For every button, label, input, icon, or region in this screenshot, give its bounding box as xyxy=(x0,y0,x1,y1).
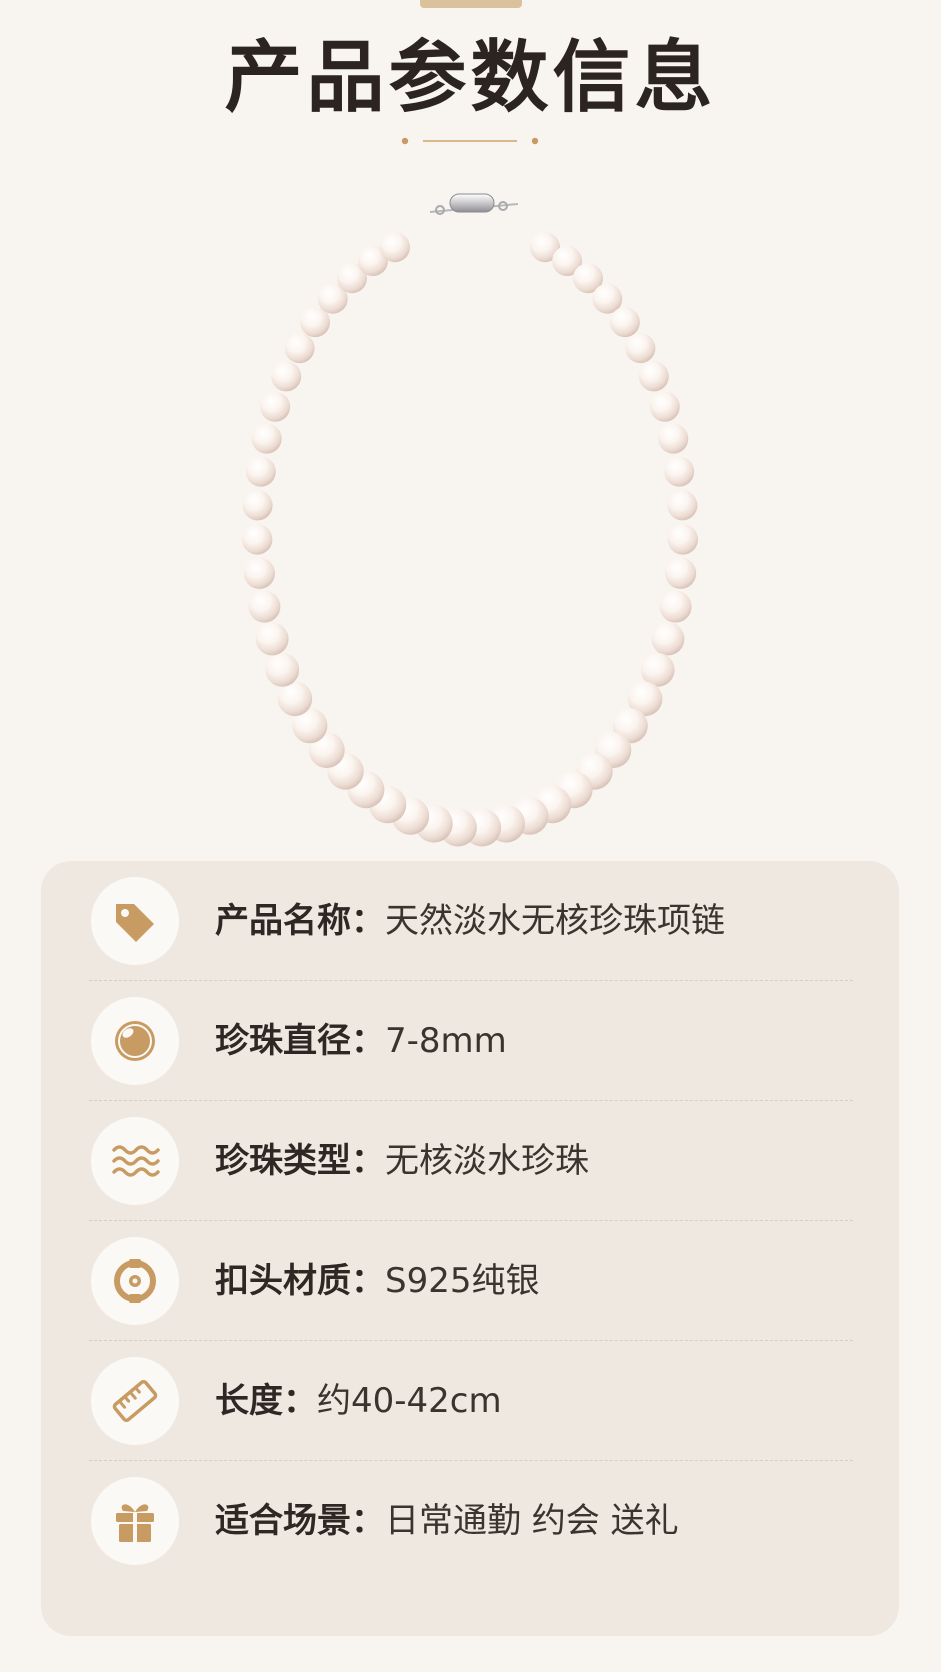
spec-label: 产品名称： xyxy=(215,901,385,941)
spec-row-name: 产品名称：天然淡水无核珍珠项链 xyxy=(41,861,899,981)
pearl xyxy=(284,333,315,364)
pearl xyxy=(625,333,656,364)
clasp-icon xyxy=(114,1259,156,1303)
title-divider xyxy=(401,137,539,145)
pearl xyxy=(242,490,273,521)
spec-card: 产品名称：天然淡水无核珍珠项链 珍珠直径：7-8mm 珍珠类型：无核淡水珍珠 扣… xyxy=(41,861,899,1636)
pearls-group xyxy=(242,232,698,847)
icon-badge xyxy=(91,1117,179,1205)
spec-row-occasion: 适合场景：日常通勤 约会 送礼 xyxy=(41,1461,899,1581)
icon-badge xyxy=(91,1477,179,1565)
pearl xyxy=(242,524,273,555)
pearl xyxy=(265,652,300,687)
pearl xyxy=(649,391,680,422)
icon-badge xyxy=(91,1237,179,1325)
pearl xyxy=(658,423,689,454)
pearl xyxy=(664,456,695,487)
spec-value: 7-8mm xyxy=(385,1021,507,1061)
icon-badge xyxy=(91,877,179,965)
spec-value: 天然淡水无核珍珠项链 xyxy=(385,901,725,941)
spec-row-length: 长度：约40-42cm xyxy=(41,1341,899,1461)
spec-label: 适合场景： xyxy=(215,1501,385,1541)
waves-icon xyxy=(112,1145,160,1177)
spec-label: 扣头材质： xyxy=(215,1261,385,1301)
pearl xyxy=(243,557,275,589)
spec-row-type: 珍珠类型：无核淡水珍珠 xyxy=(41,1101,899,1221)
spec-row-clasp: 扣头材质：S925纯银 xyxy=(41,1221,899,1341)
pearl-necklace-image xyxy=(242,193,698,847)
pearl xyxy=(248,590,281,623)
pearl xyxy=(271,361,302,392)
icon-badge xyxy=(91,1357,179,1445)
ruler-icon xyxy=(112,1379,158,1423)
spec-label: 珍珠直径： xyxy=(215,1021,385,1061)
clasp xyxy=(429,193,519,215)
pearl xyxy=(609,307,640,338)
icon-badge xyxy=(91,997,179,1085)
spec-value: 日常通勤 约会 送礼 xyxy=(385,1501,679,1541)
pearl xyxy=(667,490,698,521)
pearl xyxy=(659,590,692,623)
pearl xyxy=(251,423,282,454)
pearl-icon xyxy=(115,1021,155,1061)
spec-row-diameter: 珍珠直径：7-8mm xyxy=(41,981,899,1101)
spec-value: 约40-42cm xyxy=(317,1381,502,1421)
spec-label: 长度： xyxy=(215,1381,317,1421)
pearl xyxy=(245,456,276,487)
pearl xyxy=(667,524,698,555)
page-title: 产品参数信息 xyxy=(224,32,717,123)
pearl xyxy=(255,622,289,656)
spec-value: S925纯银 xyxy=(385,1261,540,1301)
pearl xyxy=(260,391,291,422)
tag-icon xyxy=(116,904,154,942)
pearl xyxy=(651,622,685,656)
gift-icon xyxy=(116,1504,154,1542)
pearl xyxy=(380,232,410,263)
top-tab-decoration xyxy=(420,0,522,8)
spec-value: 无核淡水珍珠 xyxy=(385,1141,589,1181)
pearl xyxy=(665,557,697,589)
spec-label: 珍珠类型： xyxy=(215,1141,385,1181)
pearl xyxy=(638,361,669,392)
